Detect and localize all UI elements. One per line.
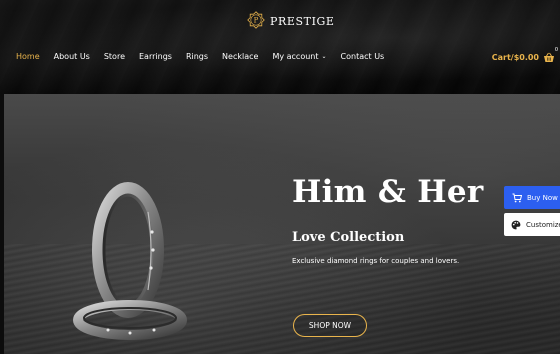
nav-rings[interactable]: Rings bbox=[186, 52, 208, 61]
hero-subtitle: Love Collection bbox=[292, 230, 405, 245]
cart-link[interactable]: Cart/$0.00 0 bbox=[491, 47, 558, 63]
logo-letter: P bbox=[254, 17, 259, 25]
nav-necklace[interactable]: Necklace bbox=[222, 52, 258, 61]
rings-image bbox=[73, 182, 187, 340]
shop-now-button[interactable]: SHOP NOW bbox=[293, 314, 367, 337]
site-logo[interactable]: P PRESTIGE bbox=[246, 10, 335, 32]
nav-about-us[interactable]: About Us bbox=[54, 52, 90, 61]
logo-emblem-icon: P bbox=[247, 11, 265, 29]
cart-label: Cart/$0.00 bbox=[491, 53, 539, 62]
buy-now-label: Buy Now bbox=[527, 193, 558, 202]
nav-home[interactable]: Home bbox=[16, 52, 40, 61]
basket-icon: 0 bbox=[543, 47, 558, 63]
nav-my-account-label: My account bbox=[272, 52, 319, 61]
nav-contact-us[interactable]: Contact Us bbox=[341, 52, 385, 61]
hero-banner: Him & Her Love Collection Exclusive diam… bbox=[4, 94, 560, 354]
nav-store[interactable]: Store bbox=[104, 52, 125, 61]
page: P PRESTIGE Home About Us Store Earrings … bbox=[0, 0, 560, 354]
nav-earrings[interactable]: Earrings bbox=[139, 52, 172, 61]
main-nav: Home About Us Store Earrings Rings Neckl… bbox=[16, 52, 398, 61]
customize-label: Customize bbox=[526, 220, 560, 229]
logo-text: PRESTIGE bbox=[270, 14, 335, 28]
cart-count-badge: 0 bbox=[554, 47, 558, 53]
palette-icon bbox=[511, 220, 521, 230]
customize-button[interactable]: Customize bbox=[504, 213, 560, 236]
hero-title: Him & Her bbox=[292, 174, 484, 210]
buy-now-button[interactable]: Buy Now bbox=[504, 186, 560, 209]
nav-my-account[interactable]: My account ⌄ bbox=[272, 52, 326, 61]
site-header: P PRESTIGE Home About Us Store Earrings … bbox=[0, 0, 560, 94]
hero-description: Exclusive diamond rings for couples and … bbox=[292, 257, 460, 265]
chevron-down-icon: ⌄ bbox=[321, 53, 327, 60]
cart-icon bbox=[512, 193, 522, 203]
